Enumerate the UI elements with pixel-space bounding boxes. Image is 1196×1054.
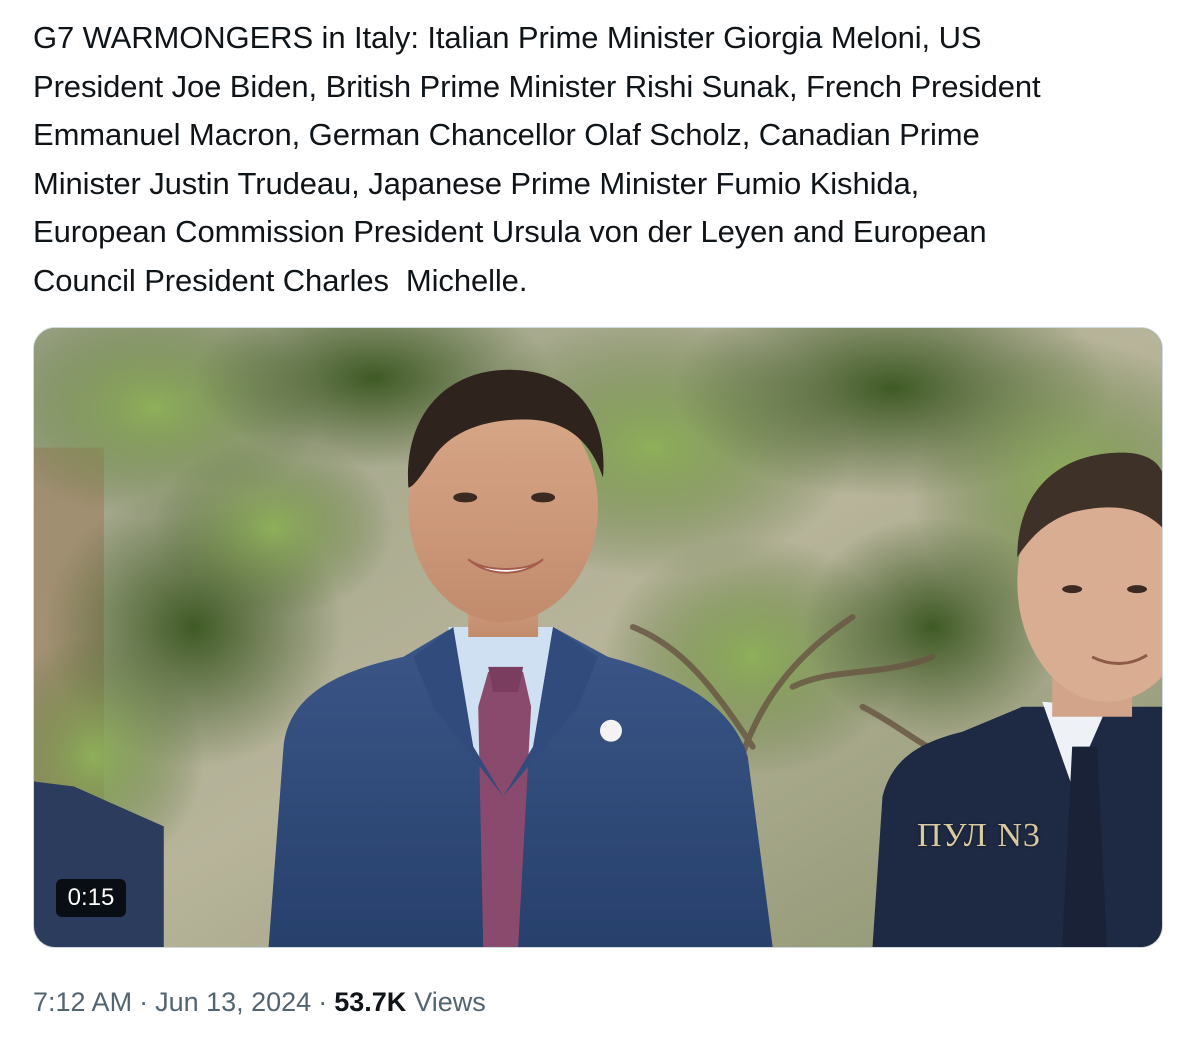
- tweet-time: 7:12 AM: [33, 987, 133, 1017]
- tweet-date: Jun 13, 2024: [155, 987, 312, 1017]
- views-count: 53.7K: [334, 987, 407, 1017]
- video-watermark: ПУЛ N3: [917, 817, 1041, 854]
- video-player[interactable]: 0:15 ПУЛ N3: [33, 327, 1163, 948]
- meta-separator: ·: [318, 987, 328, 1017]
- tweet-text: G7 WARMONGERS in Italy: Italian Prime Mi…: [33, 20, 1041, 298]
- views-label: Views: [414, 987, 486, 1017]
- tweet-meta: 7:12 AM · Jun 13, 2024 · 53.7K Views: [33, 982, 486, 1022]
- tweet-timestamp-link[interactable]: 7:12 AM · Jun 13, 2024: [33, 987, 311, 1017]
- meta-separator: ·: [139, 987, 149, 1017]
- video-duration-badge: 0:15: [56, 879, 126, 917]
